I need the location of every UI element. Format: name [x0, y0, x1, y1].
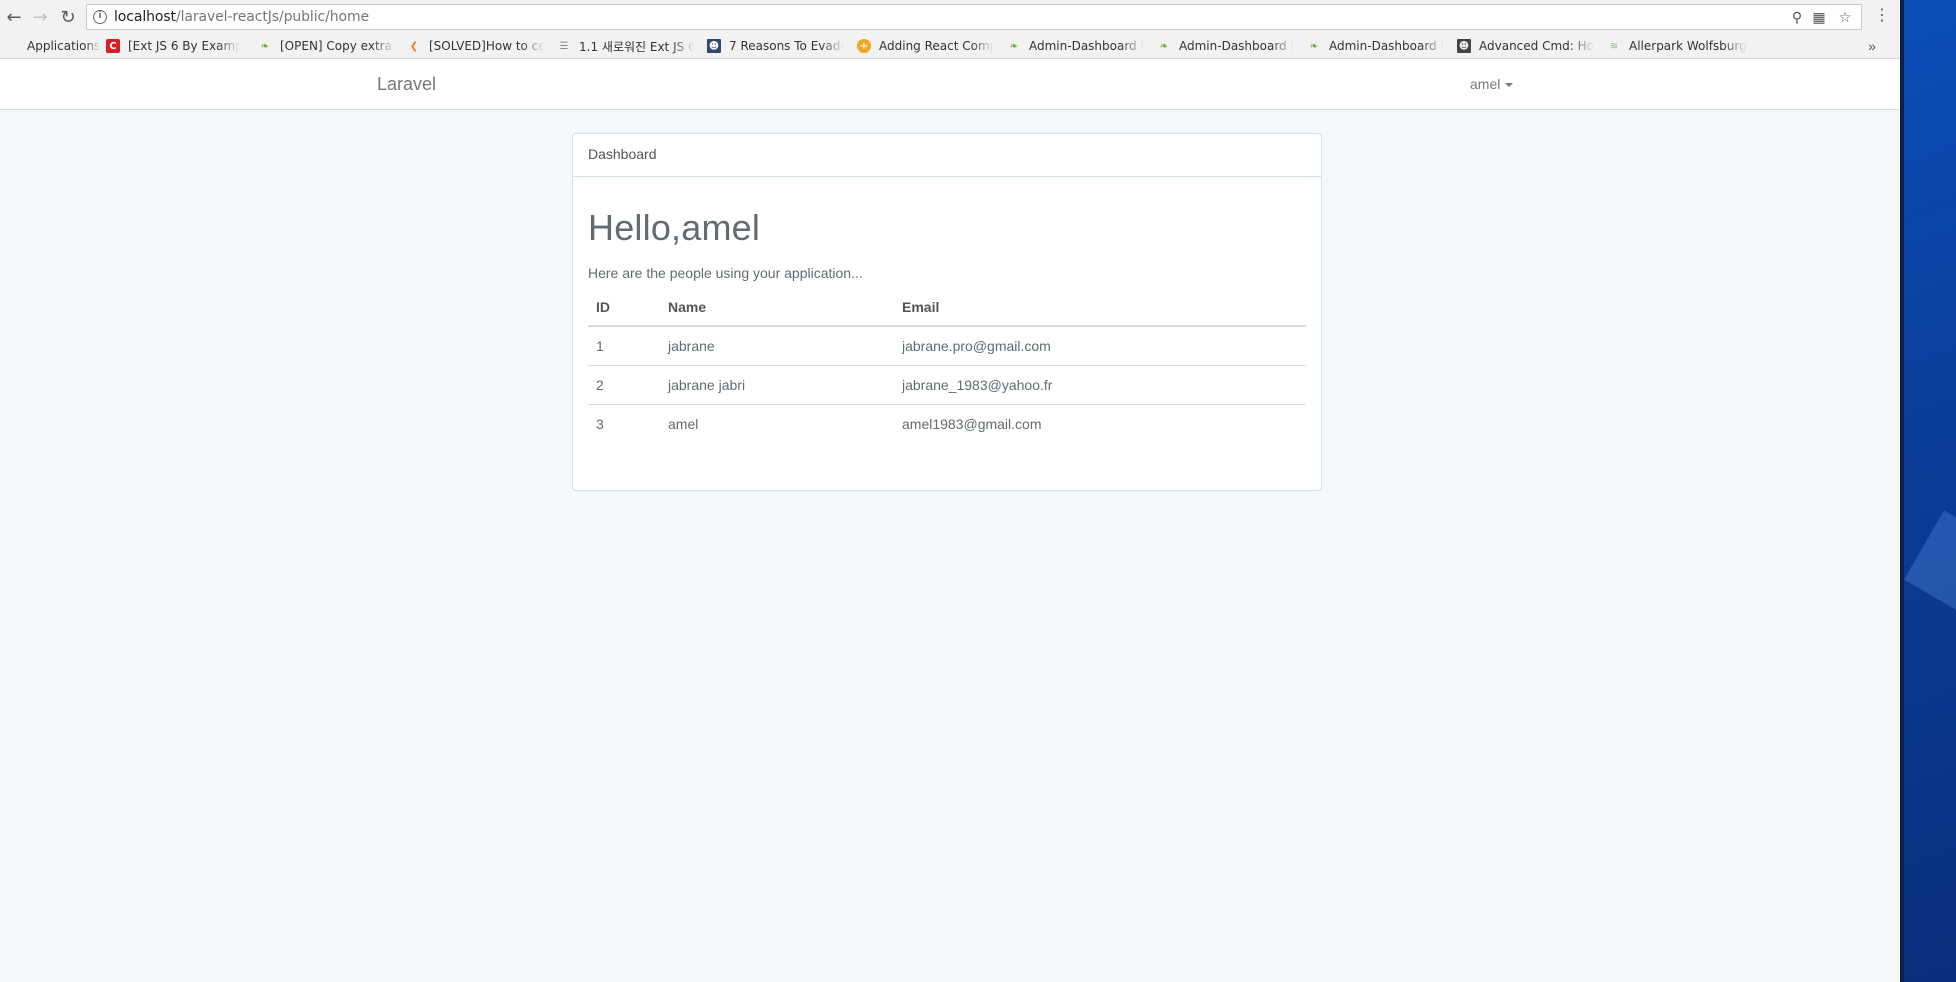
plus-orange-icon: +	[857, 39, 871, 53]
url-host: localhost	[114, 9, 176, 25]
bookmark-item[interactable]: ❧ Admin-Dashboard M	[1307, 36, 1444, 56]
app-navbar: Laravel amel	[0, 59, 1900, 110]
dashboard-panel: Dashboard Hello,amel Here are the people…	[572, 133, 1322, 491]
panel-heading: Dashboard	[573, 134, 1321, 177]
bookmark-label: Admin-Dashboard M	[1329, 39, 1444, 53]
table-header-row: ID Name Email	[588, 288, 1306, 327]
key-icon[interactable]: ⚲	[1787, 8, 1807, 28]
bookmark-label: [SOLVED]How to cen	[429, 39, 544, 53]
bookmark-item[interactable]: ❧ [OPEN] Copy extra re	[258, 36, 395, 56]
user-name: amel	[1470, 76, 1501, 92]
leaf-icon: ❧	[1309, 40, 1319, 52]
browser-chrome: ← → ↻ i localhost/laravel-reactJs/public…	[0, 0, 1900, 59]
leaf-icon: ❧	[1009, 40, 1019, 52]
table-row: 1 jabrane jabrane.pro@gmail.com	[588, 326, 1306, 365]
url-text[interactable]: localhost/laravel-reactJs/public/home	[114, 9, 369, 25]
leaf-icon: ❧	[260, 40, 270, 52]
cell-email: jabrane.pro@gmail.com	[902, 337, 1051, 354]
kebab-menu-icon[interactable]: ⋮	[1872, 5, 1892, 29]
bookmark-label: Admin-Dashboard M	[1179, 39, 1294, 53]
cell-name: amel	[660, 403, 894, 443]
browser-toolbar: ← → ↻ i localhost/laravel-reactJs/public…	[0, 0, 1900, 34]
translate-icon[interactable]: ▦	[1809, 8, 1829, 28]
bookmark-item[interactable]: C [Ext JS 6 By Example	[106, 36, 240, 56]
bookmark-item[interactable]: ≋ Allerpark Wolfsburg	[1607, 36, 1747, 56]
forward-arrow-icon[interactable]: →	[28, 5, 52, 29]
bookmark-label: 7 Reasons To Evade E	[729, 39, 844, 53]
column-header-id: ID	[588, 288, 660, 327]
cell-id: 1	[596, 337, 604, 354]
cell-email: amel1983@gmail.com	[894, 403, 1306, 443]
bookmark-item[interactable]: + Adding React Compo	[857, 36, 994, 56]
cell-id: 3	[588, 403, 660, 443]
star-icon[interactable]: ☆	[1835, 8, 1855, 28]
bookmark-label: [Ext JS 6 By Example	[128, 39, 240, 53]
bookmark-label: [OPEN] Copy extra re	[280, 39, 395, 53]
avatar-icon: ☻	[1457, 39, 1471, 53]
bookmark-label: Advanced Cmd: How	[1479, 39, 1594, 53]
greeting-heading: Hello,amel	[588, 207, 761, 248]
bookmark-label: Applications	[27, 39, 100, 53]
reload-icon[interactable]: ↻	[56, 5, 80, 29]
table-row: 2 jabrane jabri jabrane_1983@yahoo.fr	[588, 364, 1306, 404]
cell-name: jabrane jabri	[660, 364, 894, 404]
code-icon: ❮	[409, 40, 419, 52]
bookmark-label: Admin-Dashboard M	[1029, 39, 1144, 53]
column-header-email: Email	[894, 288, 1306, 327]
subtitle-text: Here are the people using your applicati…	[588, 265, 863, 281]
bookmark-item[interactable]: Applications	[5, 36, 100, 56]
bookmark-item[interactable]: ❮ [SOLVED]How to cen	[407, 36, 544, 56]
page-icon: ☰	[559, 40, 569, 52]
url-path: /laravel-reactJs/public/home	[175, 9, 370, 25]
bookmark-item[interactable]: ❧ Admin-Dashboard M	[1157, 36, 1294, 56]
wing-icon: ≋	[1609, 40, 1619, 52]
table-row: 3 amel amel1983@gmail.com	[588, 403, 1306, 443]
address-bar[interactable]: i localhost/laravel-reactJs/public/home …	[86, 4, 1862, 30]
bookmarks-bar: Applications C [Ext JS 6 By Example ❧ [O…	[0, 34, 1900, 58]
column-header-name: Name	[660, 288, 894, 327]
brand-link[interactable]: Laravel	[377, 74, 436, 95]
user-dropdown[interactable]: amel	[1470, 76, 1514, 92]
bookmark-item[interactable]: ☰ 1.1 새로워진 Ext JS 6	[557, 36, 694, 56]
users-table: ID Name Email 1 jabrane jabrane.pro@gmai…	[588, 288, 1306, 443]
bookmarks-overflow-icon[interactable]: »	[1862, 34, 1882, 58]
bookmark-label: Allerpark Wolfsburg	[1629, 39, 1747, 53]
caret-down-icon	[1505, 82, 1514, 87]
bookmark-label: Adding React Compo	[879, 39, 994, 53]
info-icon[interactable]: i	[93, 10, 107, 24]
bookmark-item[interactable]: ❧ Admin-Dashboard M	[1007, 36, 1144, 56]
portrait-icon: ☻	[707, 39, 721, 53]
cell-id: 2	[588, 364, 660, 404]
apps-grid-icon	[5, 39, 19, 53]
cell-name: jabrane	[668, 337, 715, 354]
cell-email: jabrane_1983@yahoo.fr	[894, 364, 1306, 404]
leaf-icon: ❧	[1159, 40, 1169, 52]
back-arrow-icon[interactable]: ←	[2, 5, 26, 29]
bookmark-item[interactable]: ☻ 7 Reasons To Evade E	[707, 36, 844, 56]
c-red-icon: C	[106, 39, 120, 53]
bookmark-item[interactable]: ☻ Advanced Cmd: How	[1457, 36, 1594, 56]
desktop-background	[1900, 0, 1956, 982]
bookmark-label: 1.1 새로워진 Ext JS 6	[579, 39, 694, 54]
